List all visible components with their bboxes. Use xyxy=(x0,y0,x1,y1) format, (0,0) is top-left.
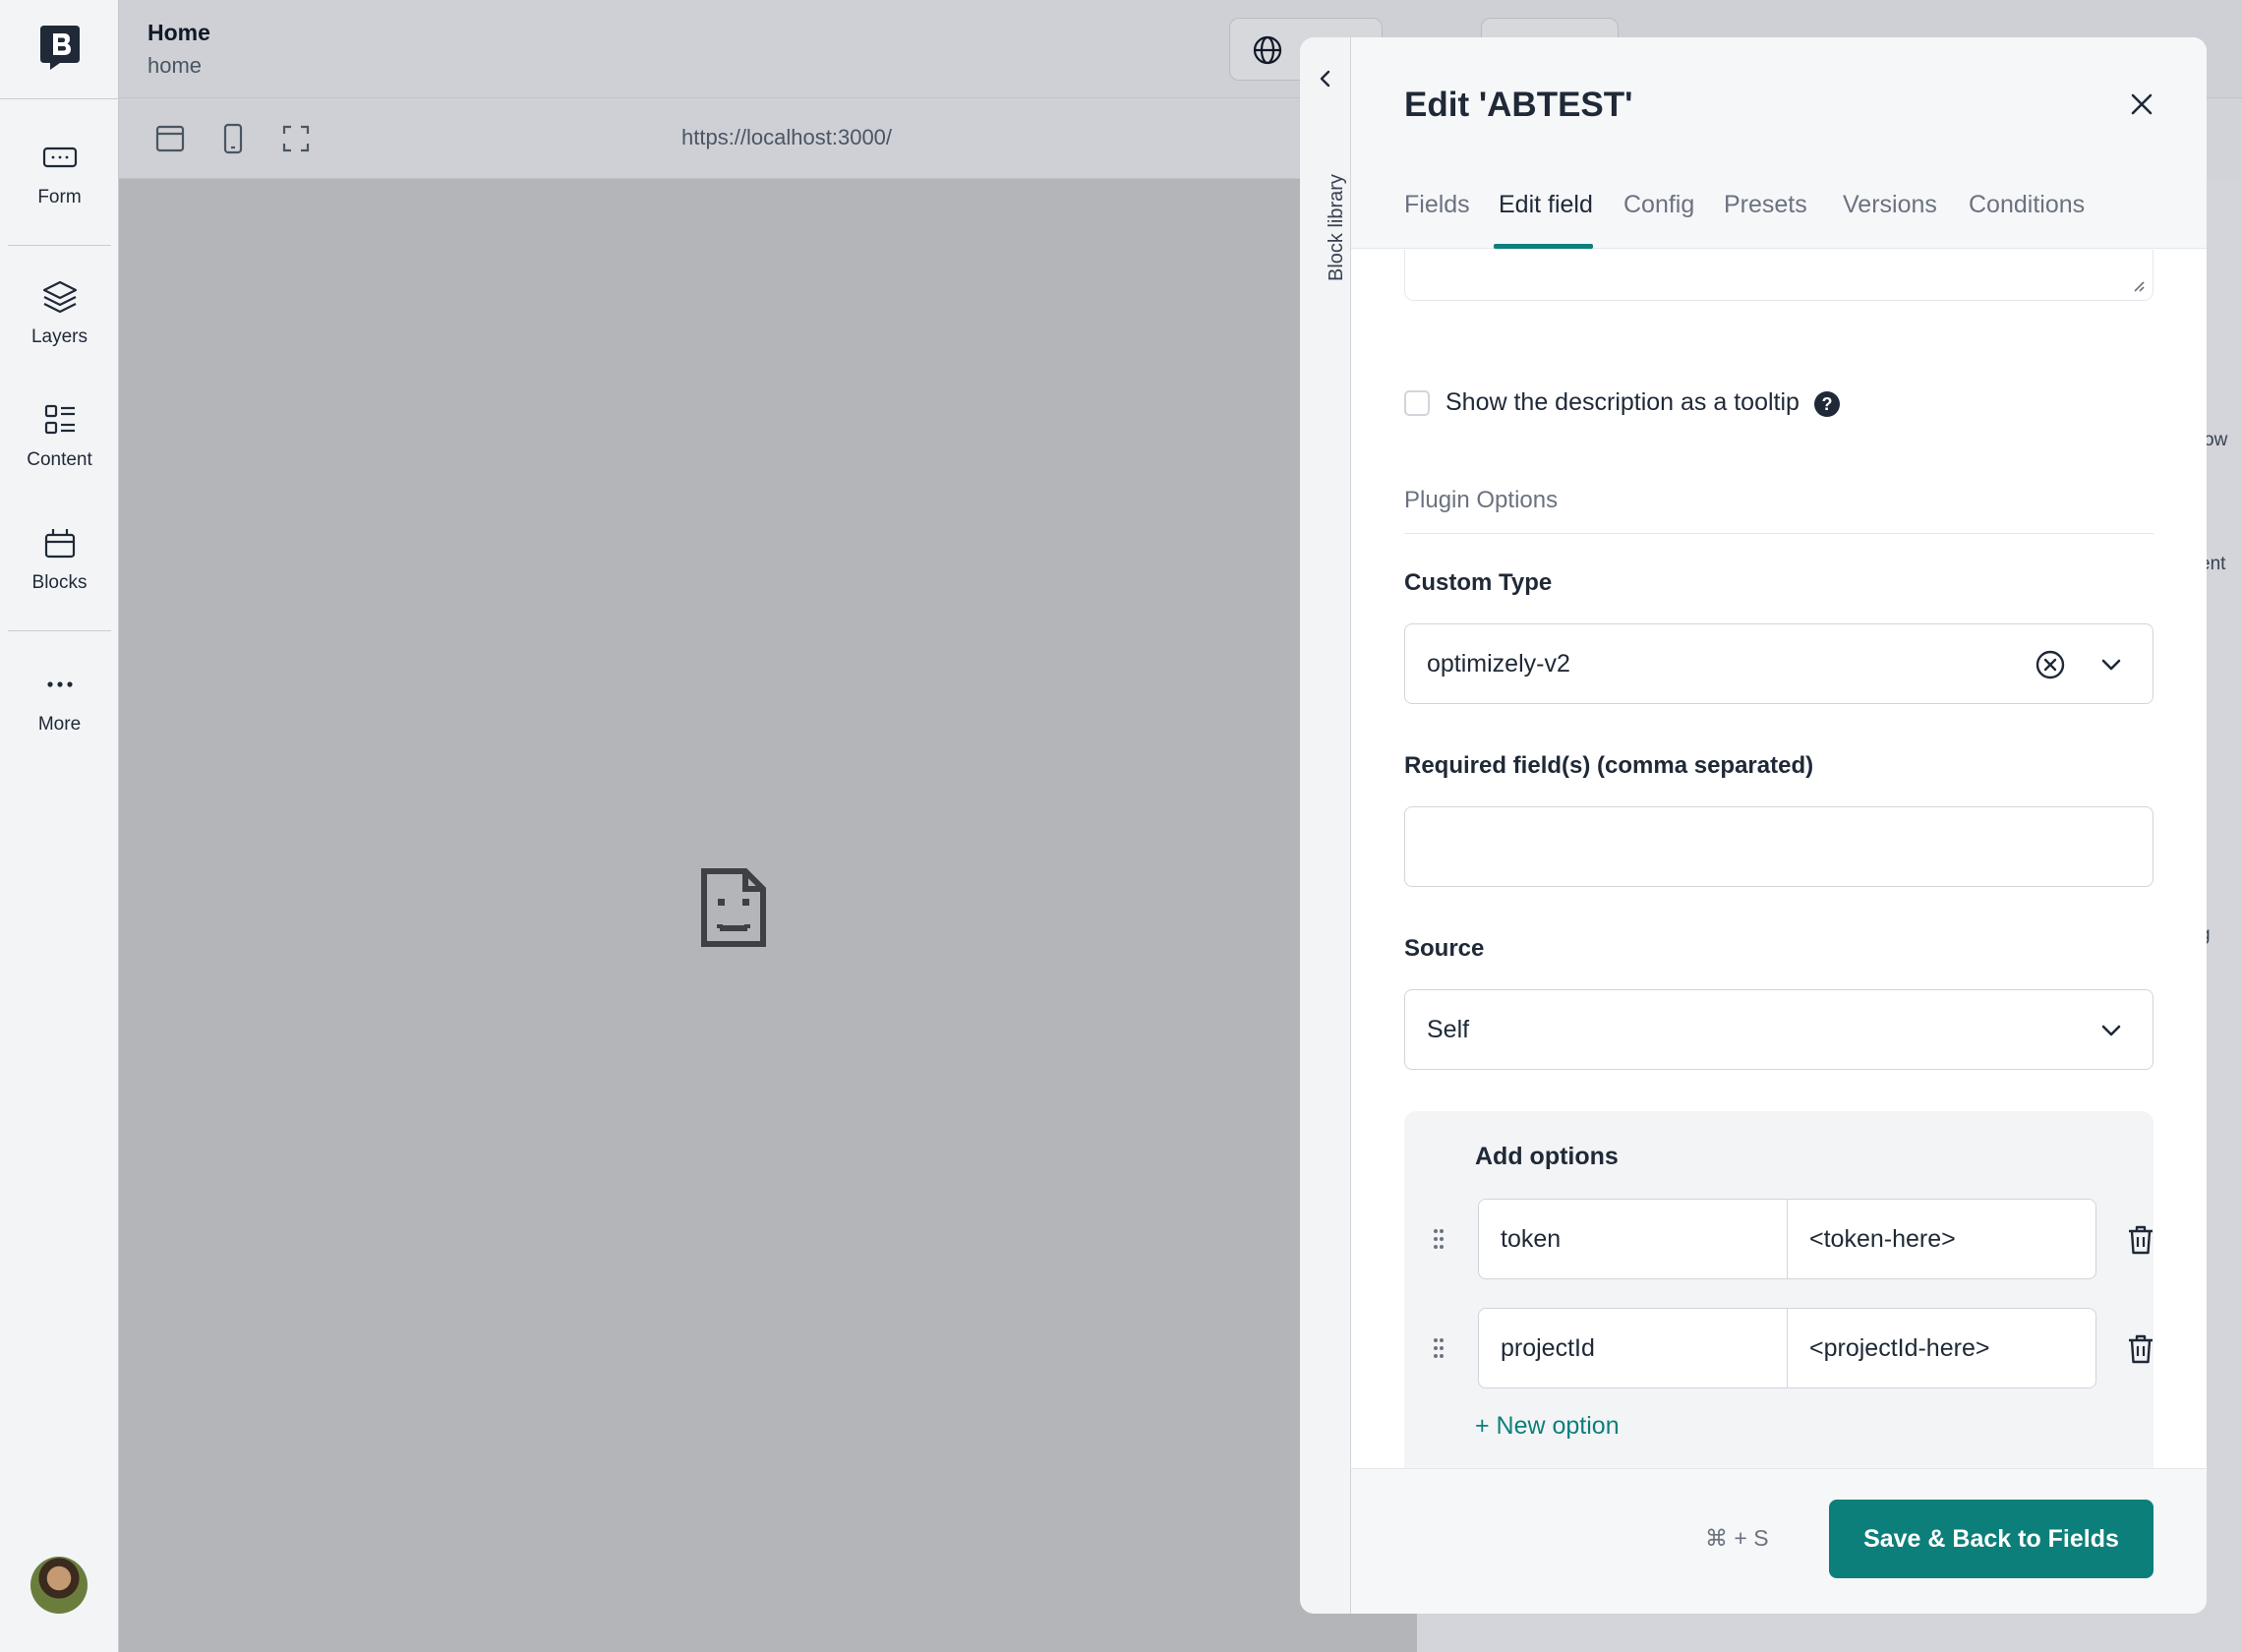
active-tab-indicator xyxy=(1494,244,1593,249)
required-fields-input[interactable] xyxy=(1404,806,2154,887)
tab-versions[interactable]: Versions xyxy=(1843,191,1937,219)
tab-conditions[interactable]: Conditions xyxy=(1969,191,2085,219)
blocks-icon xyxy=(44,529,75,559)
form-icon xyxy=(42,147,77,168)
resize-handle-icon[interactable] xyxy=(2131,278,2145,292)
trash-icon[interactable] xyxy=(2126,1333,2155,1365)
rail-item-label: More xyxy=(37,714,82,735)
close-icon[interactable] xyxy=(2128,90,2155,118)
help-icon[interactable]: ? xyxy=(1814,391,1840,417)
add-options-panel: Add options token <token-here> projectId… xyxy=(1404,1111,2154,1479)
drag-handle-icon[interactable] xyxy=(1432,1227,1446,1251)
rail-item-label: Content xyxy=(27,449,92,470)
option-value-input[interactable]: <token-here> xyxy=(1787,1199,2096,1279)
rail-separator xyxy=(8,630,111,631)
source-select[interactable]: Self xyxy=(1404,989,2154,1070)
block-library-toggle[interactable]: Block library xyxy=(1300,37,1351,1614)
more-icon xyxy=(46,681,73,687)
preview-toolbar: https://localhost:3000/ xyxy=(119,99,1417,179)
rail-item-form[interactable]: Form xyxy=(0,138,119,208)
tab-fields[interactable]: Fields xyxy=(1404,191,1470,219)
mobile-view-icon[interactable] xyxy=(215,121,251,156)
preview-url: https://localhost:3000/ xyxy=(681,125,893,149)
rail-item-more[interactable]: More xyxy=(0,665,119,736)
panel-title: Edit 'ABTEST' xyxy=(1404,86,1633,124)
clear-icon[interactable] xyxy=(2035,649,2066,680)
trash-icon[interactable] xyxy=(2126,1224,2155,1256)
desktop-view-icon[interactable] xyxy=(152,121,188,156)
option-value-input[interactable]: <projectId-here> xyxy=(1787,1308,2096,1388)
option-row: projectId <projectId-here> xyxy=(1404,1308,2154,1388)
custom-type-value: optimizely-v2 xyxy=(1427,650,1570,678)
custom-type-select[interactable]: optimizely-v2 xyxy=(1404,623,2154,704)
source-value: Self xyxy=(1427,1016,1470,1043)
block-library-label: Block library xyxy=(1326,174,1347,281)
tab-edit-field[interactable]: Edit field xyxy=(1499,191,1593,219)
brand-logo-icon[interactable] xyxy=(38,24,82,71)
rail-separator xyxy=(8,245,111,246)
background-text: ow xyxy=(2204,430,2228,450)
left-rail: Form Layers Content Blocks More xyxy=(0,0,119,1652)
option-value-value: <token-here> xyxy=(1809,1225,1956,1253)
tab-presets[interactable]: Presets xyxy=(1724,191,1807,219)
chevron-down-icon[interactable] xyxy=(2099,653,2123,677)
custom-type-label: Custom Type xyxy=(1404,569,1553,596)
option-key-value: token xyxy=(1501,1225,1562,1253)
add-options-title: Add options xyxy=(1475,1143,1619,1170)
rail-item-label: Blocks xyxy=(31,572,88,593)
rail-divider xyxy=(0,98,119,99)
globe-icon xyxy=(1253,35,1282,65)
rail-item-layers[interactable]: Layers xyxy=(0,277,119,348)
option-key-input[interactable]: token xyxy=(1478,1199,1788,1279)
section-divider xyxy=(1404,533,2154,534)
save-back-button[interactable]: Save & Back to Fields xyxy=(1829,1500,2154,1578)
panel-body: Show the description as a tooltip ? Plug… xyxy=(1351,250,2207,1505)
broken-page-icon xyxy=(701,868,766,947)
user-avatar[interactable] xyxy=(30,1557,88,1614)
tab-config[interactable]: Config xyxy=(1623,191,1694,219)
chevron-left-icon[interactable] xyxy=(1314,67,1337,90)
page-title: Home xyxy=(148,20,210,45)
description-textarea[interactable] xyxy=(1404,250,2154,301)
tooltip-checkbox-label: Show the description as a tooltip xyxy=(1446,388,1800,416)
rail-item-blocks[interactable]: Blocks xyxy=(0,523,119,594)
tooltip-checkbox[interactable] xyxy=(1404,390,1430,416)
drag-handle-icon[interactable] xyxy=(1432,1336,1446,1360)
content-icon xyxy=(44,404,75,435)
option-key-input[interactable]: projectId xyxy=(1478,1308,1788,1388)
source-label: Source xyxy=(1404,935,1485,962)
option-row: token <token-here> xyxy=(1404,1199,2154,1279)
required-fields-label: Required field(s) (comma separated) xyxy=(1404,752,1814,779)
page-slug: home xyxy=(148,53,203,78)
rail-item-content[interactable]: Content xyxy=(0,400,119,471)
chevron-down-icon[interactable] xyxy=(2099,1019,2123,1042)
panel-header: Edit 'ABTEST' Fields Edit field Config P… xyxy=(1351,37,2207,249)
rail-item-label: Form xyxy=(37,187,82,207)
preview-canvas xyxy=(119,179,1417,1652)
fullscreen-icon[interactable] xyxy=(278,121,314,156)
edit-field-panel: Edit 'ABTEST' Fields Edit field Config P… xyxy=(1351,37,2207,1614)
panel-footer: ⌘ + S Save & Back to Fields xyxy=(1351,1468,2207,1614)
rail-item-label: Layers xyxy=(30,326,88,347)
option-value-value: <projectId-here> xyxy=(1809,1334,1990,1362)
new-option-link[interactable]: + New option xyxy=(1475,1412,1620,1441)
save-shortcut-hint: ⌘ + S xyxy=(1705,1525,1769,1551)
option-key-value: projectId xyxy=(1501,1334,1595,1362)
layers-icon xyxy=(42,280,77,314)
section-title: Plugin Options xyxy=(1404,487,1559,513)
